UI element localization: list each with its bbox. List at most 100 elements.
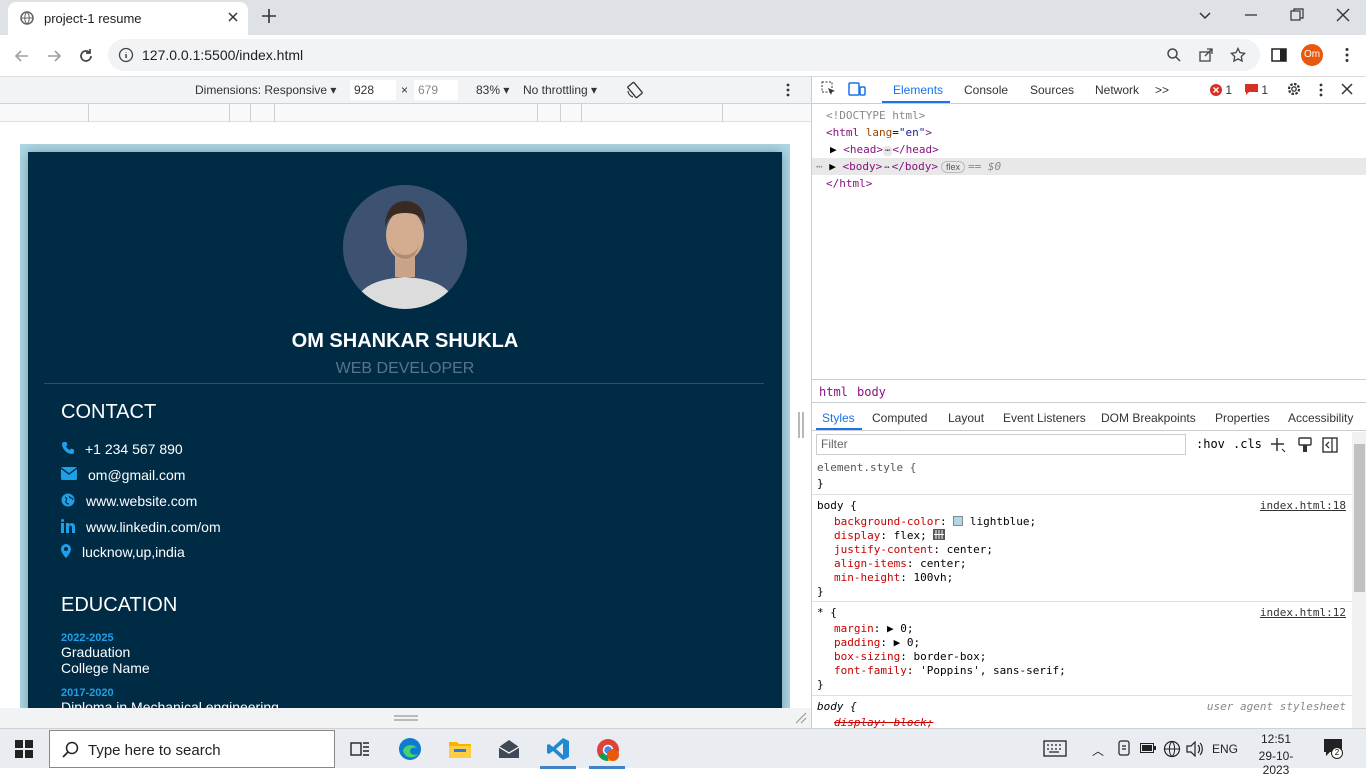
show-hidden-icons[interactable]: ︿	[1092, 742, 1104, 759]
resize-handle-icon[interactable]	[394, 715, 418, 721]
times-sign: ×	[401, 83, 409, 97]
tab-console[interactable]: Console	[964, 83, 1008, 97]
battery-icon[interactable]	[1140, 743, 1156, 753]
settings-gear-icon[interactable]	[1286, 81, 1302, 97]
bookmark-star-icon[interactable]	[1230, 47, 1246, 63]
page-viewport[interactable]: OM SHANKAR SHUKLA WEB DEVELOPER CONTACT …	[0, 122, 811, 708]
panel-splitter-icon[interactable]	[798, 412, 804, 438]
style-property: align-items: center;	[834, 557, 967, 570]
errors-badge[interactable]: 1	[1210, 83, 1232, 97]
hov-button[interactable]: :hov	[1196, 437, 1225, 451]
device-toggle-icon[interactable]	[848, 81, 866, 97]
rotate-icon[interactable]	[626, 81, 644, 99]
vscode-icon[interactable]	[546, 737, 570, 761]
subtab-dom-breakpoints[interactable]: DOM Breakpoints	[1101, 411, 1196, 425]
dom-html-close[interactable]: </html>	[812, 175, 1366, 192]
cls-button[interactable]: .cls	[1233, 437, 1262, 451]
color-format-icon[interactable]	[1298, 437, 1312, 453]
clock[interactable]: 12:51 29-10-2023	[1246, 732, 1306, 777]
omnibox[interactable]: 127.0.0.1:5500/index.html	[108, 39, 1260, 71]
profile-avatar[interactable]: Om	[1301, 44, 1323, 66]
tab-title: project-1 resume	[44, 11, 142, 26]
clock-time: 12:51	[1260, 732, 1292, 746]
education-item: 2017-2020 Diploma in Mechanical engineer…	[61, 687, 279, 708]
dimensions-dropdown[interactable]: Dimensions: Responsive ▾	[195, 83, 336, 97]
scrollbar-thumb[interactable]	[1354, 444, 1365, 592]
star-rule-source-link[interactable]: index.html:12	[1260, 606, 1346, 619]
subtab-computed[interactable]: Computed	[872, 411, 927, 425]
language-indicator[interactable]: ENG	[1212, 742, 1238, 756]
tab-network[interactable]: Network	[1095, 83, 1139, 97]
styles-filter-input[interactable]: Filter	[816, 434, 1186, 455]
more-tabs-button[interactable]: >>	[1155, 83, 1169, 97]
site-info-icon[interactable]	[118, 47, 134, 63]
styles-subtabs: Styles Computed Layout Event Listeners D…	[812, 404, 1366, 431]
universal-style-rule[interactable]: * { index.html:12 margin: ▶ 0; padding: …	[812, 602, 1352, 696]
tab-search-icon[interactable]	[1196, 6, 1214, 24]
volume-icon[interactable]	[1186, 741, 1204, 757]
height-input[interactable]: 679	[414, 80, 458, 100]
close-devtools-icon[interactable]	[1341, 83, 1353, 95]
dom-head-node[interactable]: ▶ <head> ⋯ </head>	[812, 141, 1366, 158]
dom-body-node[interactable]: ⋯ ▶ <body> ⋯ </body> flex == $0	[812, 158, 1366, 175]
inspect-element-icon[interactable]	[821, 81, 837, 97]
subtab-accessibility[interactable]: Accessibility	[1288, 411, 1353, 425]
wifi-globe-icon[interactable]	[1163, 740, 1181, 758]
dom-doctype[interactable]: <!DOCTYPE html>	[812, 107, 1366, 124]
devtools-menu-icon[interactable]	[1318, 82, 1324, 98]
breadcrumb-body[interactable]: body	[857, 385, 886, 399]
subtab-styles[interactable]: Styles	[822, 411, 855, 425]
throttling-dropdown[interactable]: No throttling ▾	[523, 83, 597, 97]
windows-start-icon[interactable]	[15, 740, 33, 758]
network-status-icon[interactable]	[1117, 740, 1131, 756]
minimize-icon[interactable]	[1242, 6, 1260, 24]
body-rule-source-link[interactable]: index.html:18	[1260, 499, 1346, 512]
reload-icon[interactable]	[76, 46, 96, 66]
chrome-icon[interactable]	[595, 737, 621, 763]
edge-browser-icon[interactable]	[398, 737, 422, 761]
zoom-dropdown[interactable]: 83% ▾	[476, 83, 509, 97]
browser-tab[interactable]: project-1 resume	[8, 2, 248, 35]
flex-badge[interactable]: flex	[941, 161, 966, 173]
close-window-icon[interactable]	[1334, 6, 1352, 24]
toggle-sidebar-icon[interactable]	[1322, 437, 1338, 453]
task-view-icon[interactable]	[350, 739, 370, 759]
notification-icon[interactable]: 2	[1323, 738, 1343, 759]
notification-count: 2	[1331, 747, 1343, 759]
close-tab-icon[interactable]	[226, 10, 240, 24]
styles-scrollbar[interactable]	[1352, 432, 1366, 728]
subtab-event-listeners[interactable]: Event Listeners	[1003, 411, 1086, 425]
device-menu-icon[interactable]	[784, 82, 792, 98]
dom-html-node[interactable]: <html lang="en">	[812, 124, 1366, 141]
element-style-rule[interactable]: element.style { }	[812, 458, 1352, 495]
user-agent-rule[interactable]: body { user agent stylesheet display: bl…	[812, 696, 1352, 728]
file-explorer-icon[interactable]	[448, 737, 472, 761]
zoom-search-icon[interactable]	[1166, 47, 1182, 63]
body-style-rule[interactable]: body { index.html:18 background-color: l…	[812, 495, 1352, 602]
tab-sources[interactable]: Sources	[1030, 83, 1074, 97]
new-tab-icon[interactable]	[260, 7, 278, 25]
back-icon[interactable]	[12, 46, 32, 66]
mail-icon[interactable]	[497, 737, 521, 761]
share-icon[interactable]	[1198, 47, 1214, 63]
active-subtab-underline	[816, 428, 862, 430]
menu-kebab-icon[interactable]	[1338, 46, 1356, 64]
forward-icon[interactable]	[44, 46, 64, 66]
keyboard-icon[interactable]	[1043, 740, 1067, 757]
add-rule-icon[interactable]	[1270, 437, 1286, 453]
restore-icon[interactable]	[1288, 6, 1306, 24]
title-bar: project-1 resume	[0, 0, 1366, 35]
breadcrumb-html[interactable]: html	[819, 385, 848, 399]
subtab-properties[interactable]: Properties	[1215, 411, 1270, 425]
education-school: College Name	[61, 660, 150, 676]
issue-count: 1	[1261, 83, 1269, 97]
subtab-layout[interactable]: Layout	[948, 411, 984, 425]
width-input[interactable]: 928	[350, 80, 396, 100]
corner-resize-icon[interactable]	[795, 712, 807, 724]
address-bar-row: 127.0.0.1:5500/index.html Om	[0, 35, 1366, 77]
side-panel-icon[interactable]	[1270, 46, 1288, 64]
issues-badge[interactable]: 1	[1245, 83, 1268, 97]
tab-elements[interactable]: Elements	[893, 83, 943, 97]
taskbar-search-box[interactable]: Type here to search	[49, 730, 335, 768]
device-toolbar: Dimensions: Responsive ▾ 928 × 679 83% ▾…	[0, 77, 811, 104]
